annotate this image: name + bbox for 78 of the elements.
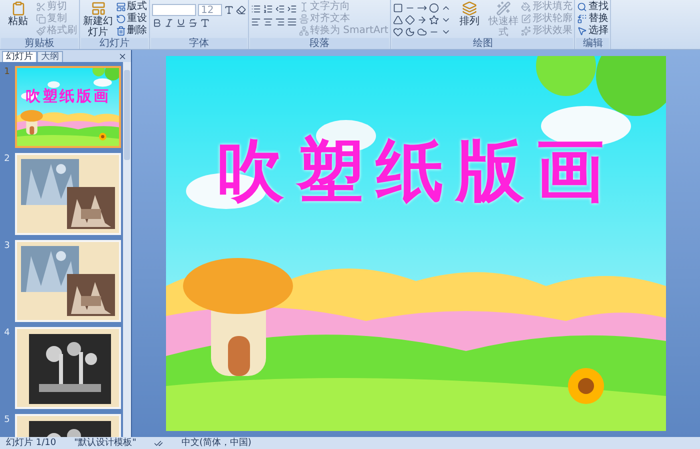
toolbar-icon[interactable] — [275, 17, 285, 27]
pane-tab[interactable]: 大纲 — [37, 51, 63, 62]
toolbar-icon[interactable] — [287, 17, 297, 27]
ribbon-button[interactable]: 粘贴 — [2, 1, 34, 38]
toolbar-icon[interactable] — [429, 15, 440, 25]
slide-number: 4 — [3, 327, 11, 340]
font-name-field[interactable] — [152, 4, 196, 16]
button-icon — [299, 26, 309, 36]
button-icon — [521, 14, 532, 24]
button-icon — [36, 2, 46, 12]
button-icon — [116, 26, 126, 36]
spelling-icon[interactable] — [154, 438, 164, 448]
group-label: 编辑 — [576, 38, 610, 49]
button-icon — [577, 2, 588, 12]
slide-thumbnail[interactable] — [15, 153, 121, 235]
toolbar-icon[interactable] — [164, 18, 174, 28]
toolbar-icon[interactable] — [393, 27, 404, 37]
toolbar-icon[interactable] — [251, 17, 261, 27]
slide-number: 2 — [3, 153, 11, 166]
toolbar-icon[interactable] — [176, 18, 186, 28]
group-label: 绘图 — [392, 38, 574, 49]
scroll-thumb[interactable] — [124, 70, 130, 160]
button-icon — [116, 2, 126, 12]
button-icon — [299, 2, 309, 12]
toolbar-icon[interactable] — [405, 15, 416, 25]
group-label: 幻灯片 — [81, 38, 148, 49]
toolbar-icon[interactable] — [200, 18, 210, 28]
button-icon — [462, 1, 477, 16]
button-icon — [36, 14, 46, 24]
toolbar-icon[interactable] — [152, 18, 162, 28]
ribbon-button[interactable]: 替换 — [577, 13, 608, 25]
button-icon — [496, 1, 511, 16]
toolbar-icon[interactable] — [263, 4, 273, 14]
button-icon — [577, 26, 588, 36]
toolbar-icon[interactable] — [287, 4, 297, 14]
ribbon-button[interactable]: 版式 — [116, 1, 147, 13]
toolbar-icon[interactable] — [275, 4, 285, 14]
theme-name: "默认设计模板" — [74, 437, 136, 449]
toolbar-icon[interactable] — [263, 17, 273, 27]
button-icon — [116, 14, 126, 24]
slide-thumbnail[interactable] — [15, 327, 121, 409]
button-icon — [36, 26, 46, 36]
ribbon-button[interactable]: 重设 — [116, 13, 147, 25]
close-icon[interactable] — [118, 52, 127, 61]
toolbar-icon[interactable] — [188, 18, 198, 28]
ribbon-button[interactable]: 排列 — [453, 1, 486, 38]
toolbar-icon[interactable] — [417, 3, 428, 13]
toolbar-icon[interactable] — [429, 3, 440, 13]
slide-number: 1 — [3, 66, 11, 79]
toolbar-icon[interactable] — [393, 3, 404, 13]
button-icon — [577, 14, 588, 24]
toolbar-icon[interactable] — [417, 15, 428, 25]
group-label: 字体 — [151, 38, 247, 49]
toolbar-icon[interactable] — [405, 27, 416, 37]
slide-number: 5 — [3, 414, 11, 427]
font-size-field[interactable]: 12 — [198, 4, 222, 16]
slide-counter: 幻灯片 1/10 — [6, 437, 56, 449]
group-label: 剪贴板 — [1, 38, 78, 49]
language-indicator: 中文(简体，中国) — [181, 437, 252, 449]
group-label: 段落 — [250, 38, 390, 49]
toolbar-icon[interactable] — [417, 27, 428, 37]
clear-format-icon[interactable] — [236, 4, 246, 14]
toolbar-icon[interactable] — [393, 15, 404, 25]
ribbon-button[interactable]: 新建幻灯片 — [82, 1, 114, 38]
button-icon — [521, 26, 532, 36]
grow-font-icon[interactable] — [224, 4, 234, 14]
toolbar-icon[interactable] — [251, 4, 261, 14]
pane-tab[interactable]: 幻灯片 — [2, 51, 37, 62]
ribbon-button[interactable]: 删除 — [116, 25, 147, 37]
scrollbar[interactable] — [123, 62, 131, 437]
button-icon — [10, 1, 26, 16]
slide-thumbnail[interactable] — [15, 240, 121, 322]
button-icon — [521, 2, 532, 12]
ribbon-button[interactable]: 查找 — [577, 1, 608, 13]
button-icon — [299, 14, 309, 24]
ribbon-button[interactable]: 选择 — [577, 25, 608, 37]
button-icon — [90, 1, 106, 16]
slide-number: 3 — [3, 240, 11, 253]
